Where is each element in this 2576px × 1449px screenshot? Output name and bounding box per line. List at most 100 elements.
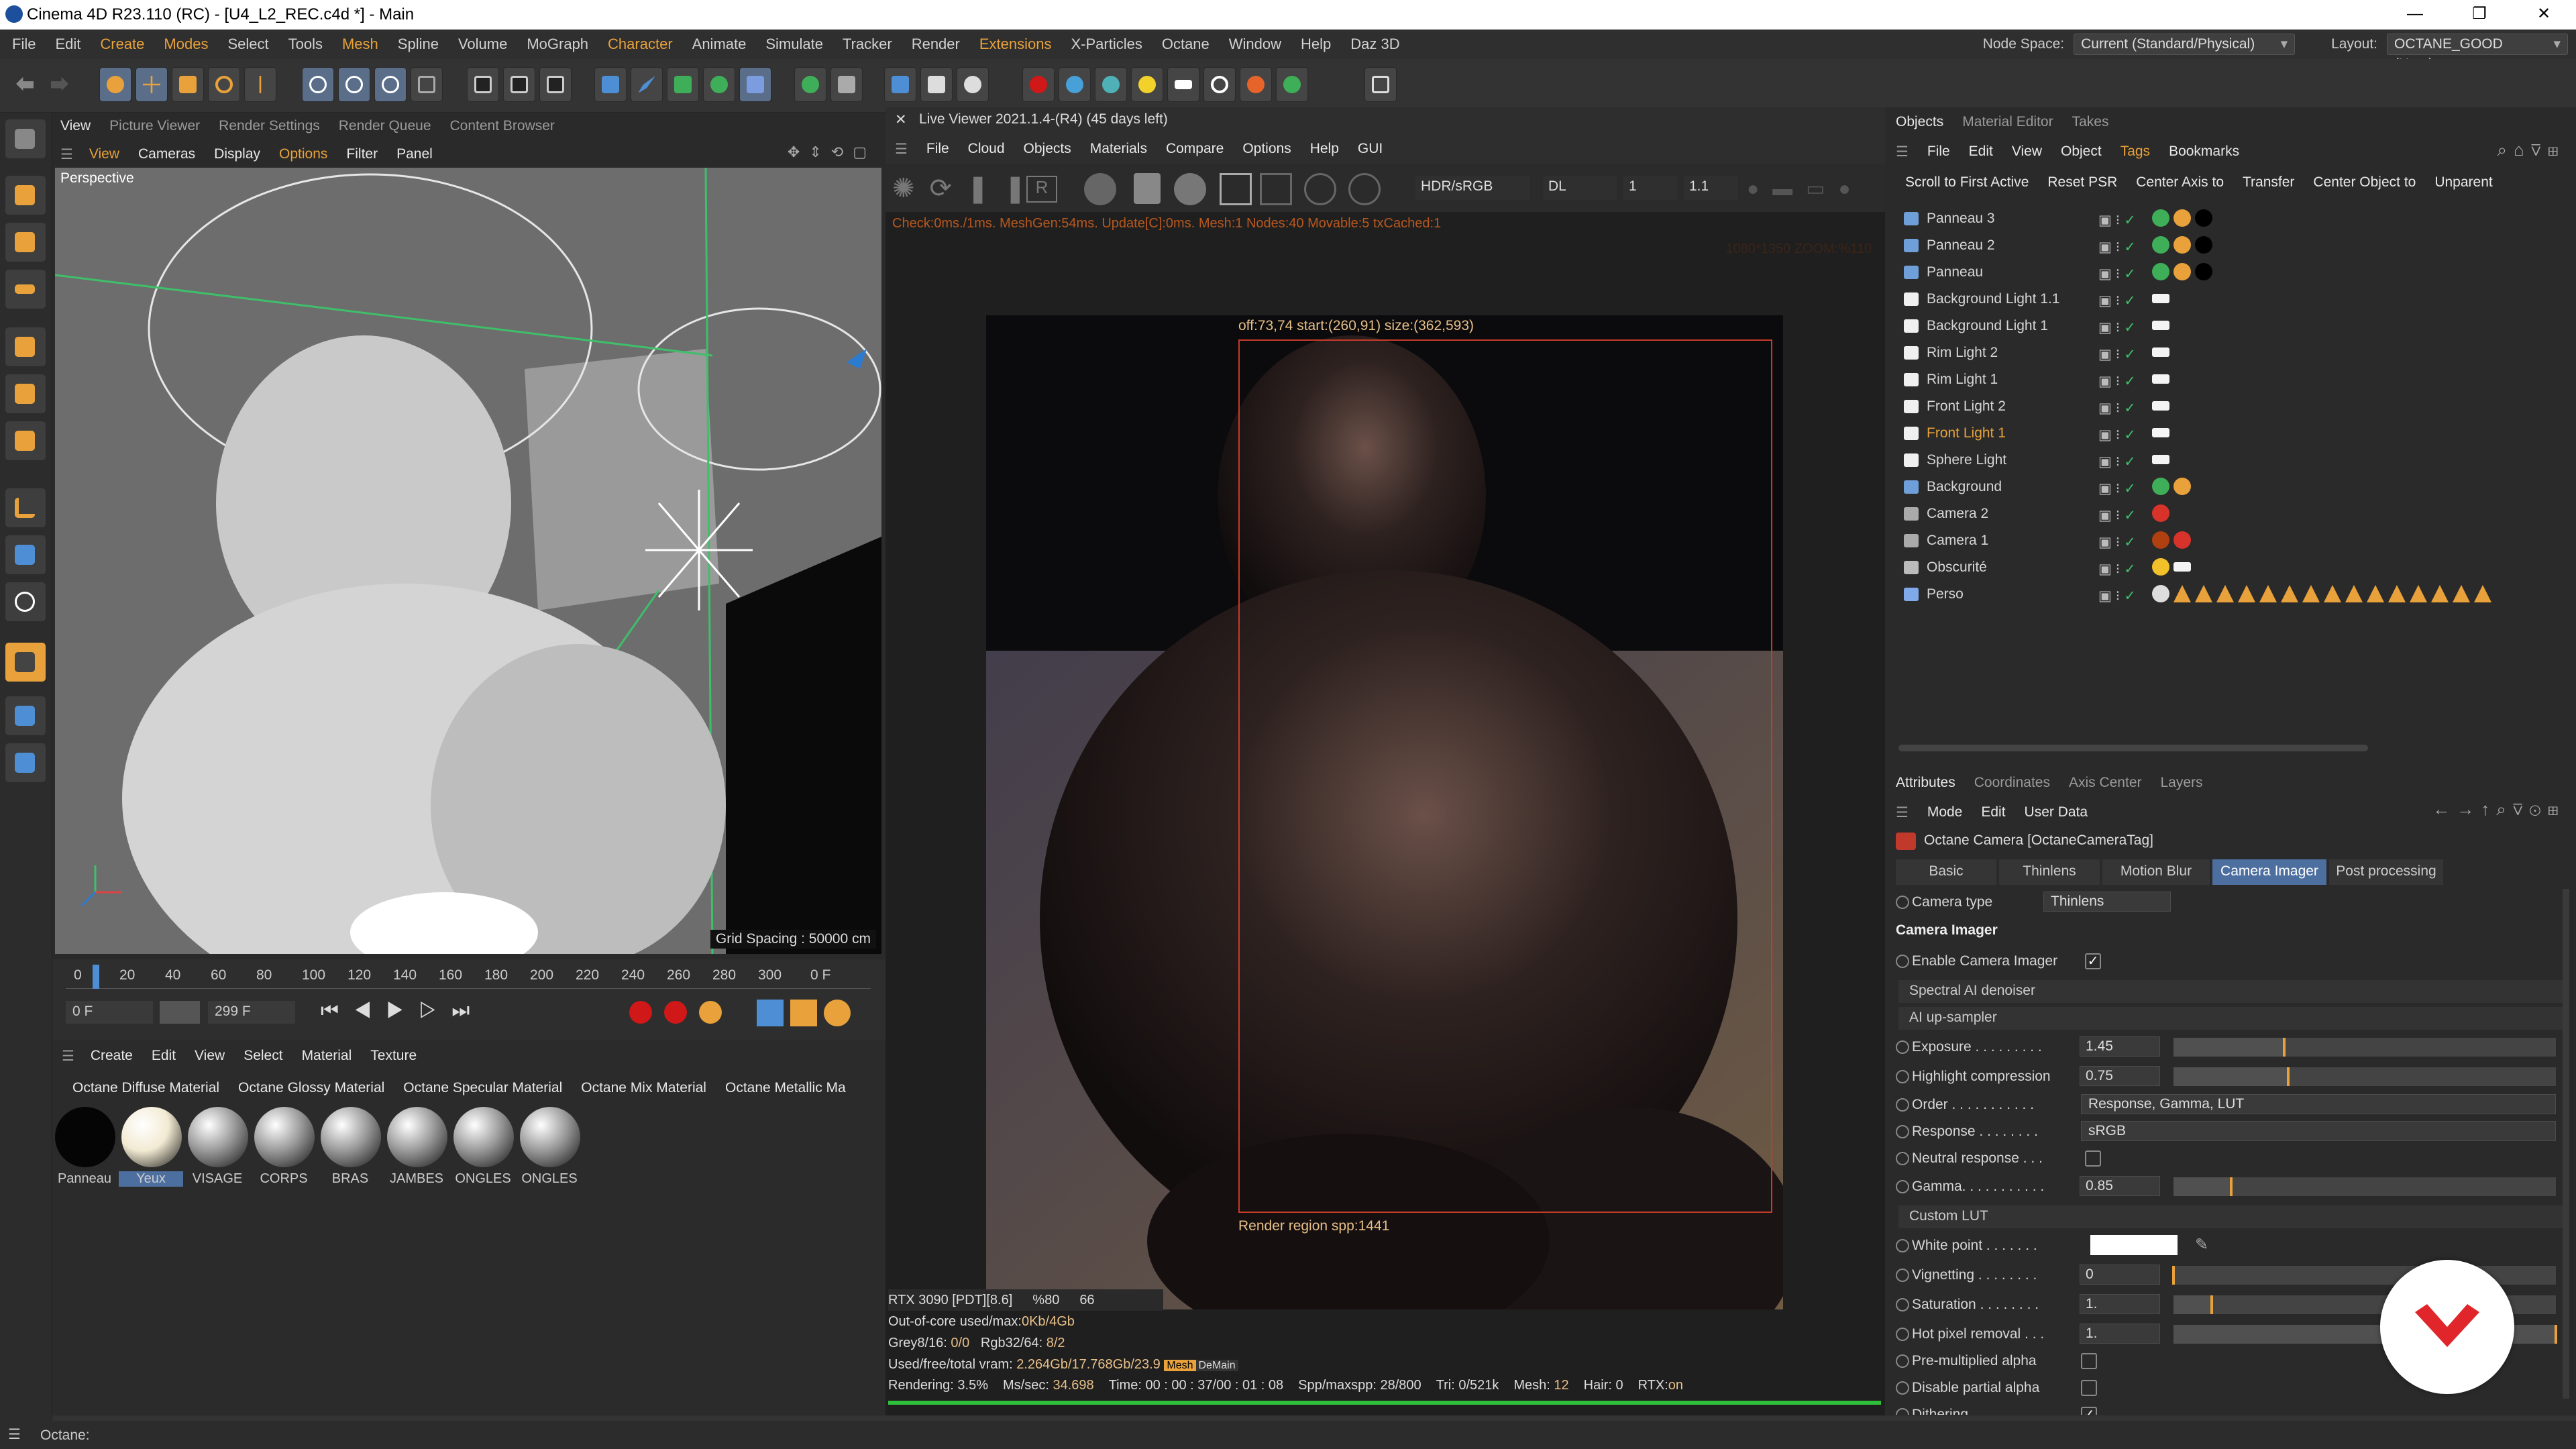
obj-menu-bookmarks[interactable]: Bookmarks xyxy=(2169,144,2239,160)
visibility-flags[interactable]: ▣ ⁝ ✓ xyxy=(2098,480,2145,496)
menu-mograph[interactable]: MoGraph xyxy=(527,36,588,53)
tweak-mode-button[interactable] xyxy=(5,535,46,574)
warn-tag-icon[interactable] xyxy=(2474,585,2491,602)
obj-menu-tags[interactable]: Tags xyxy=(2121,144,2150,160)
axis-mode-button[interactable] xyxy=(5,488,46,527)
attr-menu-userdata[interactable]: User Data xyxy=(2025,804,2088,820)
visibility-flags[interactable]: ▣ ⁝ ✓ xyxy=(2098,507,2145,523)
object-name[interactable]: Front Light 1 xyxy=(1927,425,2006,441)
object-row[interactable]: Camera 1 ▣ ⁝ ✓ xyxy=(1897,527,2575,553)
rotation-key-icon[interactable] xyxy=(824,1000,851,1026)
subtab-thinlens[interactable]: Thinlens xyxy=(1999,859,2100,885)
neutral-response-checkbox[interactable] xyxy=(2085,1150,2101,1167)
hamburger-menu-icon[interactable]: ☰ xyxy=(895,141,908,158)
hamburger-menu-icon[interactable]: ☰ xyxy=(1896,144,1909,160)
highlight-compression-field[interactable]: 0.75 xyxy=(2080,1066,2160,1086)
render-region-box[interactable] xyxy=(1238,339,1772,1213)
material-menu-edit[interactable]: Edit xyxy=(152,1048,176,1064)
warn-tag-icon[interactable] xyxy=(2453,585,2470,602)
material-menu-create[interactable]: Create xyxy=(91,1048,133,1064)
gamma-slider[interactable] xyxy=(2174,1177,2556,1196)
visibility-flags[interactable]: ▣ ⁝ ✓ xyxy=(2098,346,2145,362)
visibility-flags[interactable]: ▣ ⁝ ✓ xyxy=(2098,319,2145,335)
close-panel-icon[interactable]: ✕ xyxy=(895,111,907,128)
scale-key-icon[interactable] xyxy=(790,1000,817,1026)
subtab-basic[interactable]: Basic xyxy=(1896,859,1996,885)
orange-tag-icon[interactable] xyxy=(2174,209,2191,227)
camera-button[interactable] xyxy=(884,67,916,102)
subtab-camera-imager[interactable]: Camera Imager xyxy=(2212,859,2326,885)
eyedropper-icon[interactable]: ✎ xyxy=(2195,1235,2208,1254)
viewport-menu-view[interactable]: View xyxy=(89,146,119,162)
object-row[interactable]: Front Light 1 ▣ ⁝ ✓ xyxy=(1897,420,2575,445)
object-name[interactable]: Rim Light 2 xyxy=(1927,345,1998,361)
reset-psr-button[interactable]: Reset PSR xyxy=(2047,174,2117,191)
lv-field-2[interactable]: 1.1 xyxy=(1684,176,1737,200)
material-swatch-yeux[interactable] xyxy=(121,1107,182,1167)
attr-menu-edit[interactable]: Edit xyxy=(1981,804,2005,820)
redo-button[interactable] xyxy=(44,67,76,102)
order-dropdown[interactable]: Response, Gamma, LUT xyxy=(2081,1094,2556,1114)
material-menu-select[interactable]: Select xyxy=(244,1048,282,1064)
attr-menu-mode[interactable]: Mode xyxy=(1927,804,1963,820)
object-name[interactable]: Obscurité xyxy=(1927,559,1987,576)
object-row[interactable]: Rim Light 2 ▣ ⁝ ✓ xyxy=(1897,339,2575,365)
warn-tag-icon[interactable] xyxy=(2174,585,2191,602)
hamburger-menu-icon[interactable]: ☰ xyxy=(8,1426,21,1443)
layout-dropdown[interactable]: OCTANE_GOOD (User) xyxy=(2387,34,2568,72)
menu-window[interactable]: Window xyxy=(1229,36,1281,53)
visibility-flags[interactable]: ▣ ⁝ ✓ xyxy=(2098,292,2145,309)
viewport-nav-icons[interactable]: ✥⇕⟲▢ xyxy=(788,144,876,161)
render-picture-viewer-button[interactable] xyxy=(503,67,535,102)
current-frame-field[interactable]: 0 F xyxy=(810,967,830,983)
orange-tag-icon[interactable] xyxy=(2174,478,2191,495)
enable-imager-checkbox[interactable]: ✓ xyxy=(2085,953,2101,969)
response-dropdown[interactable]: sRGB xyxy=(2081,1121,2556,1141)
camera-type-dropdown[interactable]: Thinlens xyxy=(2043,892,2171,912)
lv-render-controls[interactable]: ✺⟳❚❚ xyxy=(892,173,1041,204)
object-name[interactable]: Camera 2 xyxy=(1927,506,1988,522)
scroll-first-active-button[interactable]: Scroll to First Active xyxy=(1905,174,2029,191)
anim-radio-icon[interactable] xyxy=(1896,1098,1909,1112)
object-row[interactable]: Panneau 2 ▣ ⁝ ✓ xyxy=(1897,232,2575,258)
warn-tag-icon[interactable] xyxy=(2302,585,2320,602)
deformer-button[interactable] xyxy=(739,67,771,102)
green-tag-icon[interactable] xyxy=(2152,209,2169,227)
lv-extra-icons[interactable]: ●▬▭● xyxy=(1747,177,1864,201)
hamburger-menu-icon[interactable]: ☰ xyxy=(62,1048,74,1065)
anim-radio-icon[interactable] xyxy=(1896,1298,1909,1311)
minimize-button[interactable]: — xyxy=(2383,0,2447,30)
menu-extensions[interactable]: Extensions xyxy=(979,36,1052,53)
anim-radio-icon[interactable] xyxy=(1896,1269,1909,1282)
white-tag-icon[interactable] xyxy=(2152,321,2169,330)
warn-tag-icon[interactable] xyxy=(2345,585,2363,602)
octane-scatter-button[interactable] xyxy=(1276,67,1308,102)
red-tag-icon[interactable] xyxy=(2174,531,2191,549)
anim-radio-icon[interactable] xyxy=(1896,1408,1909,1415)
quantize-button[interactable] xyxy=(5,643,46,682)
object-list-scrollbar[interactable] xyxy=(1898,745,2368,751)
render-kernel-dropdown[interactable]: DL xyxy=(1543,176,1617,200)
menu-character[interactable]: Character xyxy=(608,36,673,53)
octane-targetlight-button[interactable] xyxy=(1203,67,1236,102)
orange-tag-icon[interactable] xyxy=(2174,263,2191,280)
lv-field-1[interactable]: 1 xyxy=(1623,176,1677,200)
lock-workplane-button[interactable] xyxy=(5,743,46,782)
material-tab[interactable]: Octane Mix Material xyxy=(581,1080,706,1096)
strike-tag-icon[interactable] xyxy=(2152,531,2169,549)
viewport-menu-options[interactable]: Options xyxy=(279,146,327,162)
start-frame-field[interactable]: 0 F xyxy=(66,1001,153,1024)
octane-settings-button[interactable] xyxy=(1059,67,1091,102)
warn-tag-icon[interactable] xyxy=(2388,585,2406,602)
light-button[interactable] xyxy=(957,67,989,102)
dithering-checkbox[interactable]: ✓ xyxy=(2081,1407,2097,1415)
cube-object-button[interactable] xyxy=(594,67,627,102)
black-tag-icon[interactable] xyxy=(2195,209,2212,227)
visibility-flags[interactable]: ▣ ⁝ ✓ xyxy=(2098,588,2145,604)
visibility-flags[interactable]: ▣ ⁝ ✓ xyxy=(2098,373,2145,389)
object-name[interactable]: Camera 1 xyxy=(1927,533,1988,549)
cloner-button[interactable] xyxy=(703,67,735,102)
end-frame-field[interactable]: 299 F xyxy=(208,1001,295,1024)
object-row[interactable]: Front Light 2 ▣ ⁝ ✓ xyxy=(1897,393,2575,419)
tab-objects[interactable]: Objects xyxy=(1896,114,1943,130)
